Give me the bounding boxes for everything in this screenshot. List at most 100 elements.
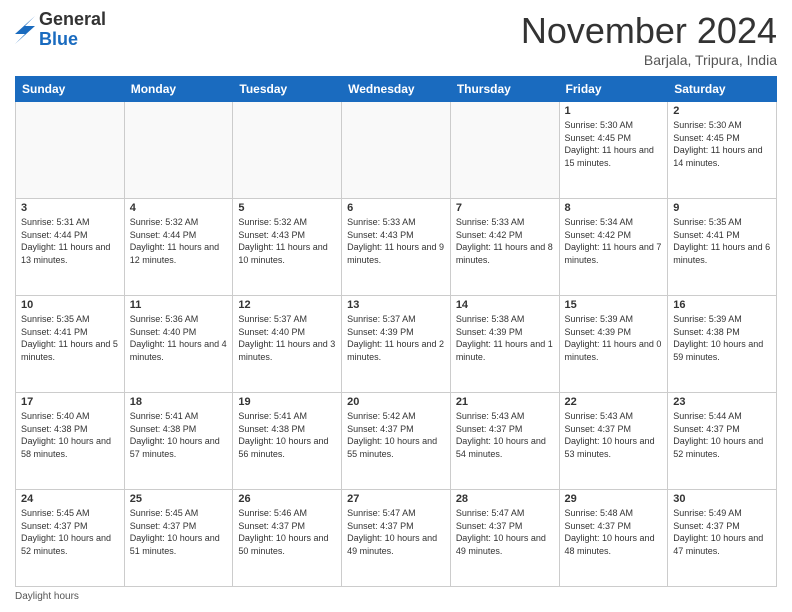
day-info: Sunrise: 5:39 AM Sunset: 4:38 PM Dayligh…	[673, 313, 771, 363]
day-info: Sunrise: 5:32 AM Sunset: 4:44 PM Dayligh…	[130, 216, 228, 266]
day-number: 29	[565, 493, 663, 505]
day-number: 16	[673, 299, 771, 311]
calendar-cell: 22 Sunrise: 5:43 AM Sunset: 4:37 PM Dayli…	[559, 393, 668, 490]
day-number: 30	[673, 493, 771, 505]
footer-note: Daylight hours	[15, 591, 777, 602]
day-number: 3	[21, 202, 119, 214]
day-info: Sunrise: 5:47 AM Sunset: 4:37 PM Dayligh…	[347, 507, 445, 557]
day-number: 4	[130, 202, 228, 214]
day-number: 22	[565, 396, 663, 408]
day-info: Sunrise: 5:43 AM Sunset: 4:37 PM Dayligh…	[456, 410, 554, 460]
day-number: 23	[673, 396, 771, 408]
day-number: 27	[347, 493, 445, 505]
day-info: Sunrise: 5:33 AM Sunset: 4:43 PM Dayligh…	[347, 216, 445, 266]
calendar-cell: 28 Sunrise: 5:47 AM Sunset: 4:37 PM Dayli…	[450, 490, 559, 587]
calendar-cell: 1 Sunrise: 5:30 AM Sunset: 4:45 PM Daylig…	[559, 102, 668, 199]
calendar-cell: 4 Sunrise: 5:32 AM Sunset: 4:44 PM Daylig…	[124, 199, 233, 296]
week-row-4: 17Sunrise: 5:40 AM Sunset: 4:38 PM Dayli…	[16, 393, 777, 490]
day-info: Sunrise: 5:47 AM Sunset: 4:37 PM Dayligh…	[456, 507, 554, 557]
day-info: Sunrise: 5:30 AM Sunset: 4:45 PM Dayligh…	[673, 119, 771, 169]
day-info: Sunrise: 5:35 AM Sunset: 4:41 PM Dayligh…	[21, 313, 119, 363]
day-info: Sunrise: 5:45 AM Sunset: 4:37 PM Dayligh…	[130, 507, 228, 557]
day-number: 8	[565, 202, 663, 214]
calendar-cell: 10 Sunrise: 5:35 AM Sunset: 4:41 PM Dayli…	[16, 296, 125, 393]
logo-icon	[15, 16, 35, 44]
calendar-cell: 21 Sunrise: 5:43 AM Sunset: 4:37 PM Dayli…	[450, 393, 559, 490]
day-number: 2	[673, 105, 771, 117]
title-block: November 2024 Barjala, Tripura, India	[521, 10, 777, 68]
week-row-2: 3 Sunrise: 5:31 AM Sunset: 4:44 PM Daylig…	[16, 199, 777, 296]
day-number: 28	[456, 493, 554, 505]
calendar-cell	[450, 102, 559, 199]
weekday-header-friday: Friday	[559, 77, 668, 102]
weekday-header-row: SundayMondayTuesdayWednesdayThursdayFrid…	[16, 77, 777, 102]
calendar-cell: 24Sunrise: 5:45 AM Sunset: 4:37 PM Dayli…	[16, 490, 125, 587]
day-info: Sunrise: 5:49 AM Sunset: 4:37 PM Dayligh…	[673, 507, 771, 557]
calendar-cell: 5Sunrise: 5:32 AM Sunset: 4:43 PM Daylig…	[233, 199, 342, 296]
day-number: 9	[673, 202, 771, 214]
day-number: 11	[130, 299, 228, 311]
weekday-header-saturday: Saturday	[668, 77, 777, 102]
calendar-cell: 26Sunrise: 5:46 AM Sunset: 4:37 PM Dayli…	[233, 490, 342, 587]
weekday-header-monday: Monday	[124, 77, 233, 102]
day-number: 25	[130, 493, 228, 505]
day-number: 19	[238, 396, 336, 408]
day-info: Sunrise: 5:48 AM Sunset: 4:37 PM Dayligh…	[565, 507, 663, 557]
logo-blue: Blue	[39, 30, 106, 50]
calendar-cell: 18 Sunrise: 5:41 AM Sunset: 4:38 PM Dayli…	[124, 393, 233, 490]
day-info: Sunrise: 5:41 AM Sunset: 4:38 PM Dayligh…	[130, 410, 228, 460]
day-info: Sunrise: 5:45 AM Sunset: 4:37 PM Dayligh…	[21, 507, 119, 557]
calendar-cell: 19 Sunrise: 5:41 AM Sunset: 4:38 PM Dayli…	[233, 393, 342, 490]
calendar-cell: 16 Sunrise: 5:39 AM Sunset: 4:38 PM Dayli…	[668, 296, 777, 393]
day-number: 20	[347, 396, 445, 408]
header: General Blue November 2024 Barjala, Trip…	[15, 10, 777, 68]
day-info: Sunrise: 5:37 AM Sunset: 4:39 PM Dayligh…	[347, 313, 445, 363]
day-info: Sunrise: 5:32 AM Sunset: 4:43 PM Dayligh…	[238, 216, 336, 266]
week-row-5: 24Sunrise: 5:45 AM Sunset: 4:37 PM Dayli…	[16, 490, 777, 587]
calendar-cell: 9 Sunrise: 5:35 AM Sunset: 4:41 PM Daylig…	[668, 199, 777, 296]
day-info: Sunrise: 5:44 AM Sunset: 4:37 PM Dayligh…	[673, 410, 771, 460]
footer-note-text: Daylight hours	[15, 591, 79, 602]
weekday-header-sunday: Sunday	[16, 77, 125, 102]
day-info: Sunrise: 5:30 AM Sunset: 4:45 PM Dayligh…	[565, 119, 663, 169]
calendar-cell: 6 Sunrise: 5:33 AM Sunset: 4:43 PM Daylig…	[342, 199, 451, 296]
day-number: 1	[565, 105, 663, 117]
calendar-cell	[342, 102, 451, 199]
calendar-cell: 14 Sunrise: 5:38 AM Sunset: 4:39 PM Dayli…	[450, 296, 559, 393]
day-info: Sunrise: 5:31 AM Sunset: 4:44 PM Dayligh…	[21, 216, 119, 266]
page: General Blue November 2024 Barjala, Trip…	[0, 0, 792, 612]
weekday-header-wednesday: Wednesday	[342, 77, 451, 102]
day-info: Sunrise: 5:36 AM Sunset: 4:40 PM Dayligh…	[130, 313, 228, 363]
calendar-cell	[124, 102, 233, 199]
calendar-cell: 11 Sunrise: 5:36 AM Sunset: 4:40 PM Dayli…	[124, 296, 233, 393]
calendar-cell: 23 Sunrise: 5:44 AM Sunset: 4:37 PM Dayli…	[668, 393, 777, 490]
calendar-table: SundayMondayTuesdayWednesdayThursdayFrid…	[15, 76, 777, 587]
day-number: 10	[21, 299, 119, 311]
week-row-3: 10 Sunrise: 5:35 AM Sunset: 4:41 PM Dayli…	[16, 296, 777, 393]
calendar-cell	[16, 102, 125, 199]
day-info: Sunrise: 5:40 AM Sunset: 4:38 PM Dayligh…	[21, 410, 119, 460]
day-info: Sunrise: 5:42 AM Sunset: 4:37 PM Dayligh…	[347, 410, 445, 460]
logo-general: General	[39, 10, 106, 30]
calendar-cell: 3 Sunrise: 5:31 AM Sunset: 4:44 PM Daylig…	[16, 199, 125, 296]
day-info: Sunrise: 5:38 AM Sunset: 4:39 PM Dayligh…	[456, 313, 554, 363]
day-number: 18	[130, 396, 228, 408]
calendar-cell: 8Sunrise: 5:34 AM Sunset: 4:42 PM Daylig…	[559, 199, 668, 296]
weekday-header-tuesday: Tuesday	[233, 77, 342, 102]
calendar-cell: 17Sunrise: 5:40 AM Sunset: 4:38 PM Dayli…	[16, 393, 125, 490]
day-info: Sunrise: 5:43 AM Sunset: 4:37 PM Dayligh…	[565, 410, 663, 460]
day-number: 6	[347, 202, 445, 214]
logo-text: General Blue	[39, 10, 106, 50]
calendar-cell	[233, 102, 342, 199]
day-number: 14	[456, 299, 554, 311]
calendar-cell: 15Sunrise: 5:39 AM Sunset: 4:39 PM Dayli…	[559, 296, 668, 393]
calendar-cell: 20 Sunrise: 5:42 AM Sunset: 4:37 PM Dayli…	[342, 393, 451, 490]
day-number: 21	[456, 396, 554, 408]
logo: General Blue	[15, 10, 106, 50]
calendar-cell: 29 Sunrise: 5:48 AM Sunset: 4:37 PM Dayli…	[559, 490, 668, 587]
day-info: Sunrise: 5:35 AM Sunset: 4:41 PM Dayligh…	[673, 216, 771, 266]
location: Barjala, Tripura, India	[521, 52, 777, 68]
day-info: Sunrise: 5:41 AM Sunset: 4:38 PM Dayligh…	[238, 410, 336, 460]
calendar-cell: 27 Sunrise: 5:47 AM Sunset: 4:37 PM Dayli…	[342, 490, 451, 587]
calendar-cell: 2 Sunrise: 5:30 AM Sunset: 4:45 PM Daylig…	[668, 102, 777, 199]
